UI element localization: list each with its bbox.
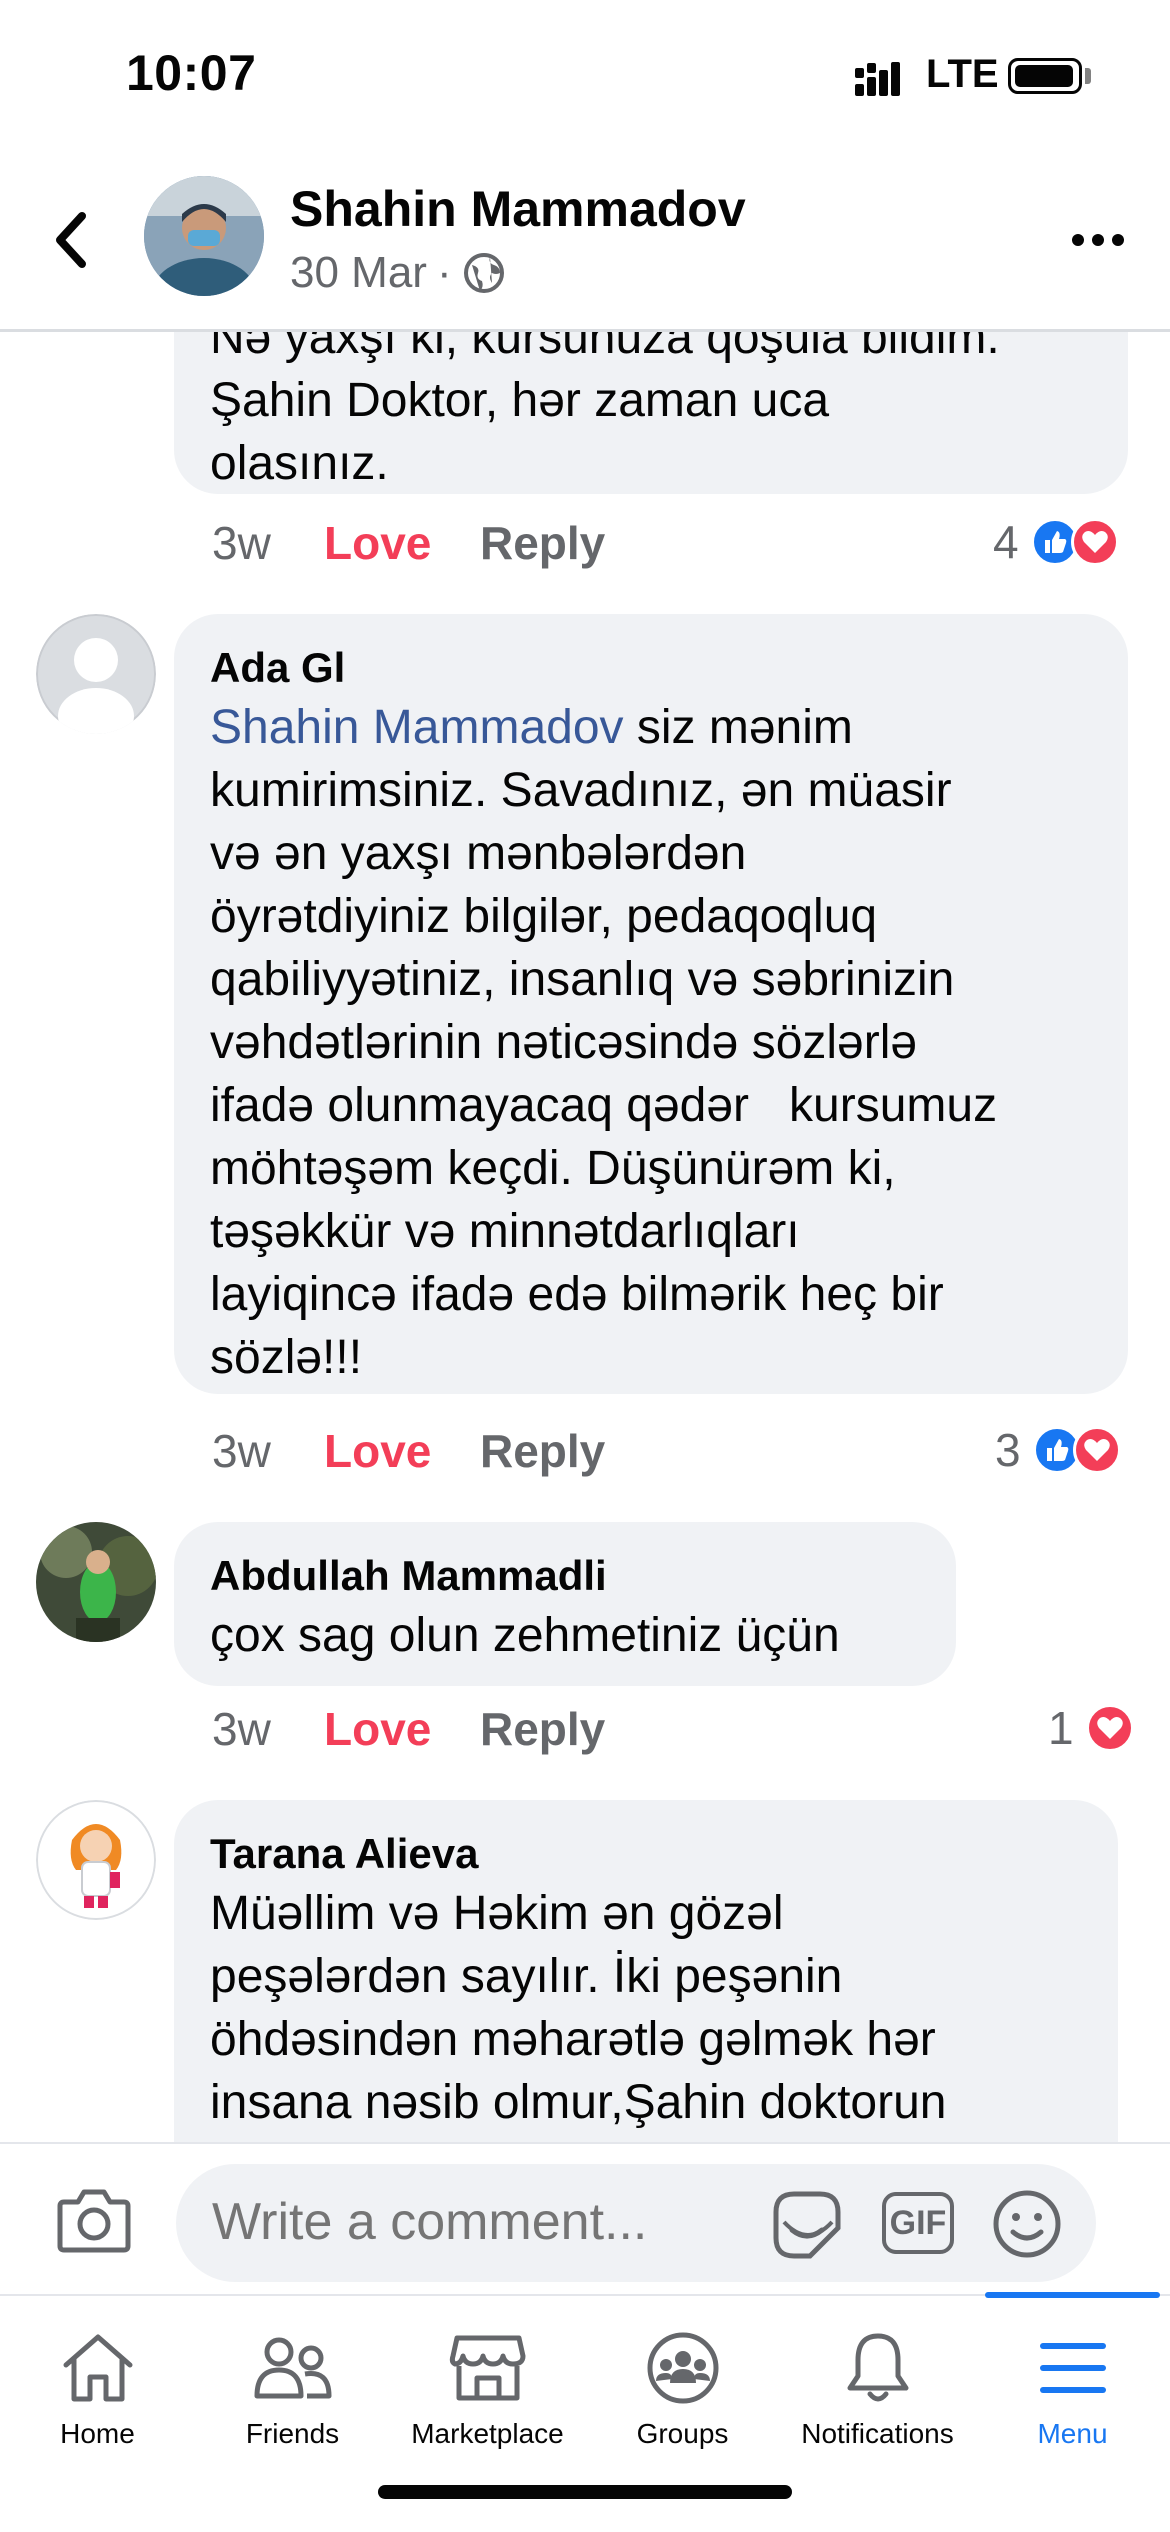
- comment-input[interactable]: [212, 2192, 732, 2252]
- love-reaction-icon: [1070, 518, 1119, 566]
- comments-feed[interactable]: Nə yaxşı ki, kursunuza qoşula bildim. Şa…: [0, 332, 1170, 2142]
- tab-label: Marketplace: [411, 2418, 564, 2449]
- reply-button[interactable]: Reply: [480, 513, 605, 573]
- comment-bubble[interactable]: Abdullah Mammadli çox sag olun zehmetini…: [174, 1522, 956, 1686]
- love-reaction-icon: [1072, 1426, 1121, 1474]
- gif-button[interactable]: GIF: [882, 2192, 954, 2254]
- back-button[interactable]: [40, 200, 100, 280]
- reaction-count: 1: [1048, 1702, 1074, 1754]
- post-date[interactable]: 30 Mar: [290, 248, 427, 298]
- comment-actions: 3w Love Reply: [212, 513, 605, 573]
- love-button[interactable]: Love: [324, 513, 480, 573]
- comment-composer: GIF: [0, 2142, 1170, 2294]
- battery-tip: [1085, 68, 1091, 84]
- comment-text: Nə yaxşı ki, kursunuza qoşula bildim. Şa…: [210, 332, 1000, 490]
- comment-field[interactable]: GIF: [176, 2164, 1096, 2282]
- tab-notifications[interactable]: Notifications: [780, 2296, 975, 2476]
- reply-button[interactable]: Reply: [480, 1421, 605, 1481]
- love-reaction-icon: [1085, 1704, 1134, 1752]
- comment-time[interactable]: 3w: [212, 513, 324, 573]
- love-button[interactable]: Love: [324, 1699, 480, 1759]
- commenter-name[interactable]: Tarana Alieva: [210, 1826, 1082, 1882]
- commenter-avatar[interactable]: [36, 1522, 156, 1642]
- more-horizontal-icon: [1072, 234, 1124, 246]
- chevron-left-icon: [56, 212, 86, 268]
- tab-label: Menu: [1037, 2418, 1108, 2449]
- status-bar: 10:07 LTE: [0, 0, 1170, 150]
- love-button[interactable]: Love: [324, 1421, 480, 1481]
- comment-actions: 3w Love Reply: [212, 1699, 605, 1759]
- home-indicator: [378, 2485, 792, 2499]
- commenter-avatar[interactable]: [36, 1800, 156, 1920]
- reaction-summary[interactable]: 3: [995, 1423, 1121, 1477]
- tab-label: Groups: [636, 2418, 729, 2449]
- comment-bubble[interactable]: Ada Gl Shahin Mammadov siz mənim kumirim…: [174, 614, 1128, 1394]
- tab-marketplace[interactable]: Marketplace: [390, 2296, 585, 2476]
- home-icon: [63, 2334, 132, 2402]
- commenter-avatar[interactable]: [36, 614, 156, 734]
- tab-groups[interactable]: Groups: [585, 2296, 780, 2476]
- emoji-icon[interactable]: [991, 2188, 1063, 2260]
- menu-icon: [1039, 2343, 1106, 2393]
- camera-icon[interactable]: [56, 2184, 132, 2256]
- comment-actions: 3w Love Reply: [212, 1421, 605, 1481]
- marketplace-icon: [449, 2335, 525, 2401]
- friends-icon: [254, 2337, 331, 2399]
- comment-bubble[interactable]: Nə yaxşı ki, kursunuza qoşula bildim. Şa…: [174, 332, 1128, 494]
- comment-time[interactable]: 3w: [212, 1699, 324, 1759]
- sticker-icon[interactable]: [770, 2188, 844, 2262]
- comment-time[interactable]: 3w: [212, 1421, 324, 1481]
- more-options-button[interactable]: [1068, 220, 1128, 260]
- tab-menu[interactable]: Menu: [975, 2296, 1170, 2476]
- comment-text: çox sag olun zehmetiniz üçün: [210, 1609, 840, 1662]
- reaction-count: 4: [993, 516, 1019, 568]
- tab-friends[interactable]: Friends: [195, 2296, 390, 2476]
- comment-text: Shahin Mammadov siz mənim kumirimsiniz. …: [210, 696, 1092, 1389]
- reaction-summary[interactable]: 1: [1048, 1701, 1134, 1755]
- globe-icon: [463, 253, 504, 293]
- author-name[interactable]: Shahin Mammadov: [290, 180, 746, 238]
- tab-label: Notifications: [801, 2418, 954, 2449]
- comment-text: Müəllim və Həkim ən gözəl peşələrdən say…: [210, 1887, 947, 2129]
- comment-body: siz mənim kumirimsiniz. Savadınız, ən mü…: [210, 701, 998, 1384]
- signal-icon: [855, 62, 900, 96]
- battery-icon: [1008, 58, 1082, 94]
- post-meta: 30 Mar ·: [290, 248, 506, 298]
- status-time: 10:07: [126, 45, 257, 101]
- post-header: Shahin Mammadov 30 Mar ·: [0, 150, 1170, 332]
- commenter-name[interactable]: Ada Gl: [210, 640, 1092, 696]
- comment-bubble[interactable]: Tarana Alieva Müəllim və Həkim ən gözəl …: [174, 1800, 1118, 2142]
- network-label: LTE: [926, 52, 999, 96]
- commenter-name[interactable]: Abdullah Mammadli: [210, 1548, 920, 1604]
- groups-icon: [647, 2332, 718, 2404]
- reaction-summary[interactable]: 4: [993, 515, 1119, 569]
- bell-icon: [847, 2333, 908, 2402]
- tab-home[interactable]: Home: [0, 2296, 195, 2476]
- reaction-count: 3: [995, 1424, 1021, 1476]
- author-avatar[interactable]: [144, 176, 264, 296]
- reply-button[interactable]: Reply: [480, 1699, 605, 1759]
- meta-separator: ·: [436, 248, 452, 297]
- mention-link[interactable]: Shahin Mammadov: [210, 701, 624, 754]
- tab-label: Home: [60, 2418, 135, 2449]
- tab-label: Friends: [245, 2418, 340, 2449]
